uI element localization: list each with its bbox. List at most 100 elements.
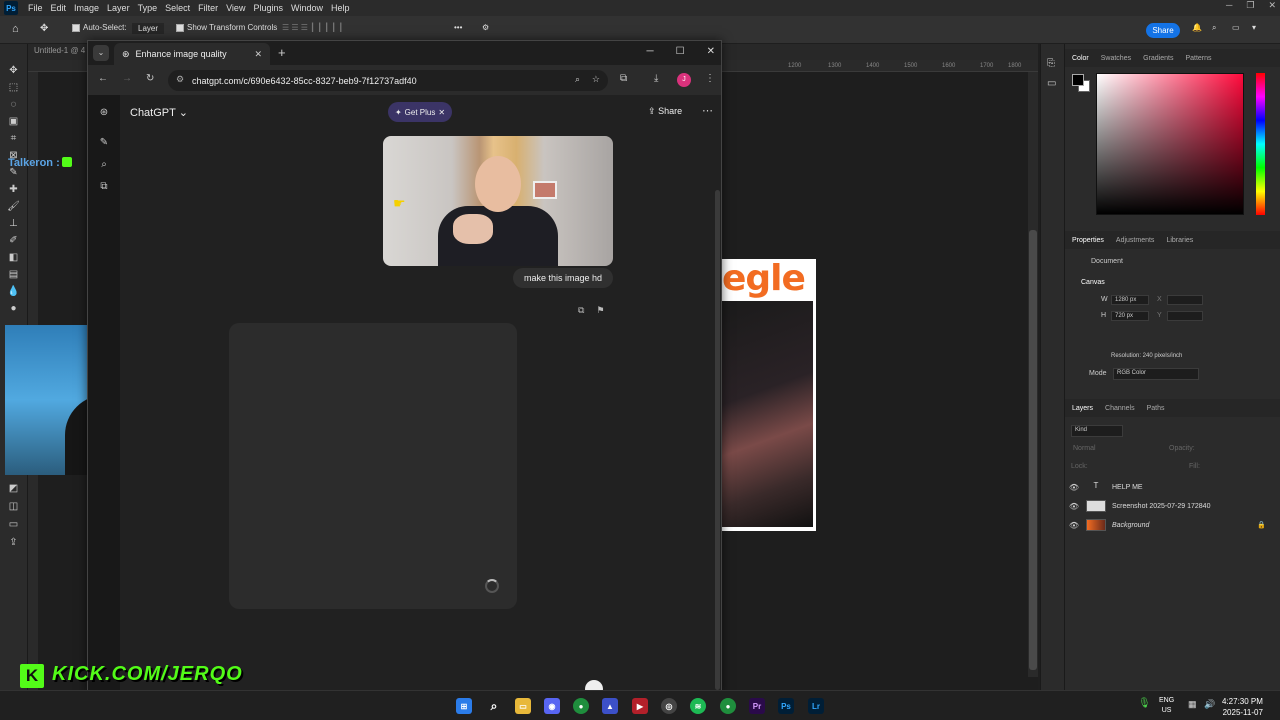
chat-share-button[interactable]: ⇪ Share [648, 106, 682, 117]
canvas-scrollbar-thumb[interactable] [1029, 230, 1037, 670]
close-tab-icon[interactable]: ✕ [254, 49, 262, 60]
object-select-tool-icon[interactable]: ▣ [7, 115, 20, 128]
flag-icon[interactable]: ⚑ [596, 305, 604, 316]
blend-mode-select[interactable]: Normal [1073, 445, 1096, 452]
menu-filter[interactable]: Filter [194, 3, 222, 13]
search-icon[interactable]: ⌕ [486, 698, 502, 714]
discord-icon[interactable]: ◉ [544, 698, 560, 714]
home-icon[interactable]: ⌂ [12, 23, 19, 35]
quick-mask-icon[interactable]: ◫ [7, 500, 20, 513]
minimize-icon[interactable]: ─ [647, 46, 654, 57]
forward-icon[interactable]: → [122, 73, 132, 84]
blur-tool-icon[interactable]: 💧 [7, 285, 20, 298]
minimize-icon[interactable]: ─ [1226, 0, 1232, 11]
foreground-color-swatch[interactable] [1072, 74, 1084, 86]
foreground-color-icon[interactable]: ◩ [7, 482, 20, 495]
auto-select-checkbox[interactable]: Auto-Select: [72, 23, 127, 32]
bookmark-star-icon[interactable]: ☆ [592, 74, 600, 85]
site-info-icon[interactable]: ⚙ [176, 74, 184, 85]
menu-window[interactable]: Window [287, 3, 327, 13]
brush-tool-icon[interactable]: 🖌 [7, 200, 20, 213]
crop-tool-icon[interactable]: ⌗ [7, 132, 20, 145]
layer-row-screenshot[interactable]: 👁 Screenshot 2025-07-29 172840 [1066, 497, 1276, 515]
openai-logo-icon[interactable]: ⊛ [97, 107, 111, 121]
start-icon[interactable]: ⊞ [456, 698, 472, 714]
stamp-tool-icon[interactable]: ⊥ [7, 217, 20, 230]
color-picker-field[interactable] [1096, 73, 1244, 215]
layer-row-background[interactable]: 👁 Background 🔒 [1066, 516, 1276, 534]
address-bar[interactable]: ⚙ chatgpt.com/c/690e6432-85cc-8327-beb9-… [168, 70, 608, 91]
chrome-profile-icon[interactable]: ● [720, 698, 736, 714]
notifications-bell-icon[interactable]: 🔔 [1192, 23, 1202, 32]
align-icons[interactable]: ☰ ☰ ☰ ┃ ┃ ┃ ┃ ┃ [282, 23, 343, 32]
canvas-height-field[interactable]: 720 px [1111, 311, 1149, 321]
photoshop-icon[interactable]: Ps [778, 698, 794, 714]
layer-select-dropdown[interactable]: Layer [132, 23, 165, 34]
history-icon[interactable]: ⎘ [1047, 58, 1055, 69]
tab-properties[interactable]: Properties [1072, 237, 1104, 244]
search-icon[interactable]: ⌕ [1212, 23, 1216, 33]
menu-file[interactable]: File [24, 3, 47, 13]
tab-swatches[interactable]: Swatches [1101, 55, 1131, 62]
library-icon[interactable]: ⧉ [97, 181, 111, 195]
move-tool-icon[interactable]: ✥ [40, 23, 48, 34]
canvas-x-field[interactable] [1167, 295, 1203, 305]
mode-select[interactable]: RGB Color [1113, 368, 1199, 380]
spotify-icon[interactable]: ≋ [690, 698, 706, 714]
menu-select[interactable]: Select [161, 3, 194, 13]
workspace-icon[interactable]: ▭ [1232, 23, 1240, 32]
network-icon[interactable]: ▦ [1188, 699, 1197, 710]
menu-image[interactable]: Image [70, 3, 103, 13]
new-tab-icon[interactable]: + [278, 45, 286, 60]
close-icon[interactable]: ✕ [707, 46, 715, 57]
close-icon[interactable]: ✕ [438, 108, 445, 117]
tab-adjustments[interactable]: Adjustments [1116, 237, 1155, 244]
share-tool-icon[interactable]: ⇪ [7, 536, 20, 549]
gradient-tool-icon[interactable]: ▤ [7, 268, 20, 281]
more-options-icon[interactable]: ••• [454, 23, 462, 32]
menu-type[interactable]: Type [134, 3, 162, 13]
tab-gradients[interactable]: Gradients [1143, 55, 1173, 62]
menu-plugins[interactable]: Plugins [249, 3, 287, 13]
extensions-icon[interactable]: ⧉ [620, 73, 627, 84]
marquee-tool-icon[interactable]: ⬚ [7, 81, 20, 94]
settings-gear-icon[interactable]: ⚙ [482, 23, 489, 32]
lasso-tool-icon[interactable]: ◌ [7, 98, 20, 111]
back-icon[interactable]: ← [98, 73, 108, 84]
canvas-image[interactable]: egle [722, 259, 816, 531]
tab-layers[interactable]: Layers [1072, 405, 1093, 412]
dodge-tool-icon[interactable]: ● [7, 302, 20, 315]
zoom-icon[interactable]: ⌕ [575, 74, 580, 85]
tab-paths[interactable]: Paths [1147, 405, 1165, 412]
chrome-icon[interactable]: ● [573, 698, 589, 714]
maximize-icon[interactable]: ☐ [676, 46, 685, 57]
move-tool-icon[interactable]: ✥ [7, 64, 20, 77]
eraser-tool-icon[interactable]: ◧ [7, 251, 20, 264]
close-icon[interactable]: ✕ [1268, 0, 1276, 11]
healing-tool-icon[interactable]: ✚ [7, 183, 20, 196]
tab-search-icon[interactable]: ⌄ [93, 45, 109, 61]
menu-view[interactable]: View [222, 3, 249, 13]
get-plus-button[interactable]: ✦ Get Plus ✕ [388, 102, 452, 122]
copy-icon[interactable]: ⧉ [578, 305, 584, 316]
model-selector[interactable]: ChatGPT ⌄ [130, 106, 188, 119]
ps-share-button[interactable]: Share [1146, 23, 1180, 38]
uploaded-image[interactable] [383, 136, 613, 266]
hue-slider[interactable] [1256, 73, 1265, 215]
canvas-y-field[interactable] [1167, 311, 1203, 321]
menu-help[interactable]: Help [327, 3, 354, 13]
visibility-eye-icon[interactable]: 👁 [1066, 483, 1082, 492]
tab-channels[interactable]: Channels [1105, 405, 1135, 412]
more-icon[interactable]: ▾ [1252, 23, 1256, 32]
chat-scrollbar[interactable] [715, 190, 720, 690]
premiere-icon[interactable]: Pr [749, 698, 765, 714]
tab-color[interactable]: Color [1072, 55, 1089, 62]
downloads-icon[interactable]: ⤓ [654, 73, 658, 84]
lightroom-icon[interactable]: Lr [808, 698, 824, 714]
browser-menu-icon[interactable]: ⋮ [705, 73, 715, 84]
browser-tab-active[interactable]: ⊛ Enhance image quality ✕ [114, 43, 270, 65]
tab-libraries[interactable]: Libraries [1166, 237, 1193, 244]
obs-icon[interactable]: ◎ [661, 698, 677, 714]
canvas-width-field[interactable]: 1280 px [1111, 295, 1149, 305]
arc-browser-icon[interactable]: ▲ [602, 698, 618, 714]
